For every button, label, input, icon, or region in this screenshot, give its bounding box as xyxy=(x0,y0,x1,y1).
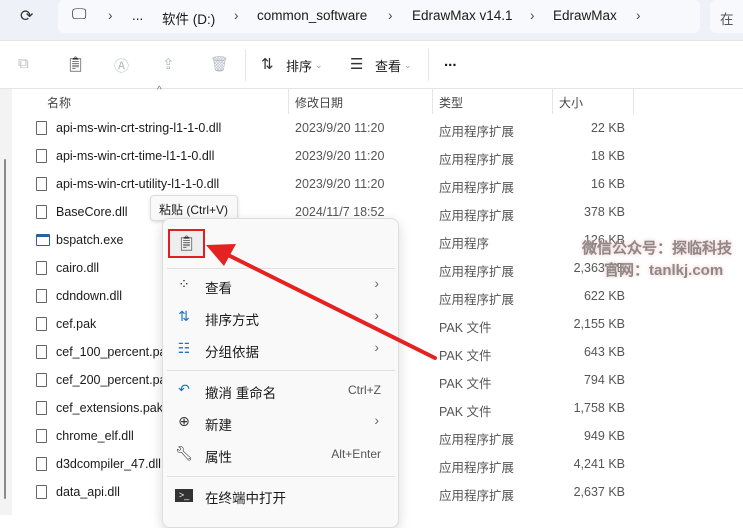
watermark: 微信公众号：探临科技 官网：tanlkj.com xyxy=(582,240,733,279)
